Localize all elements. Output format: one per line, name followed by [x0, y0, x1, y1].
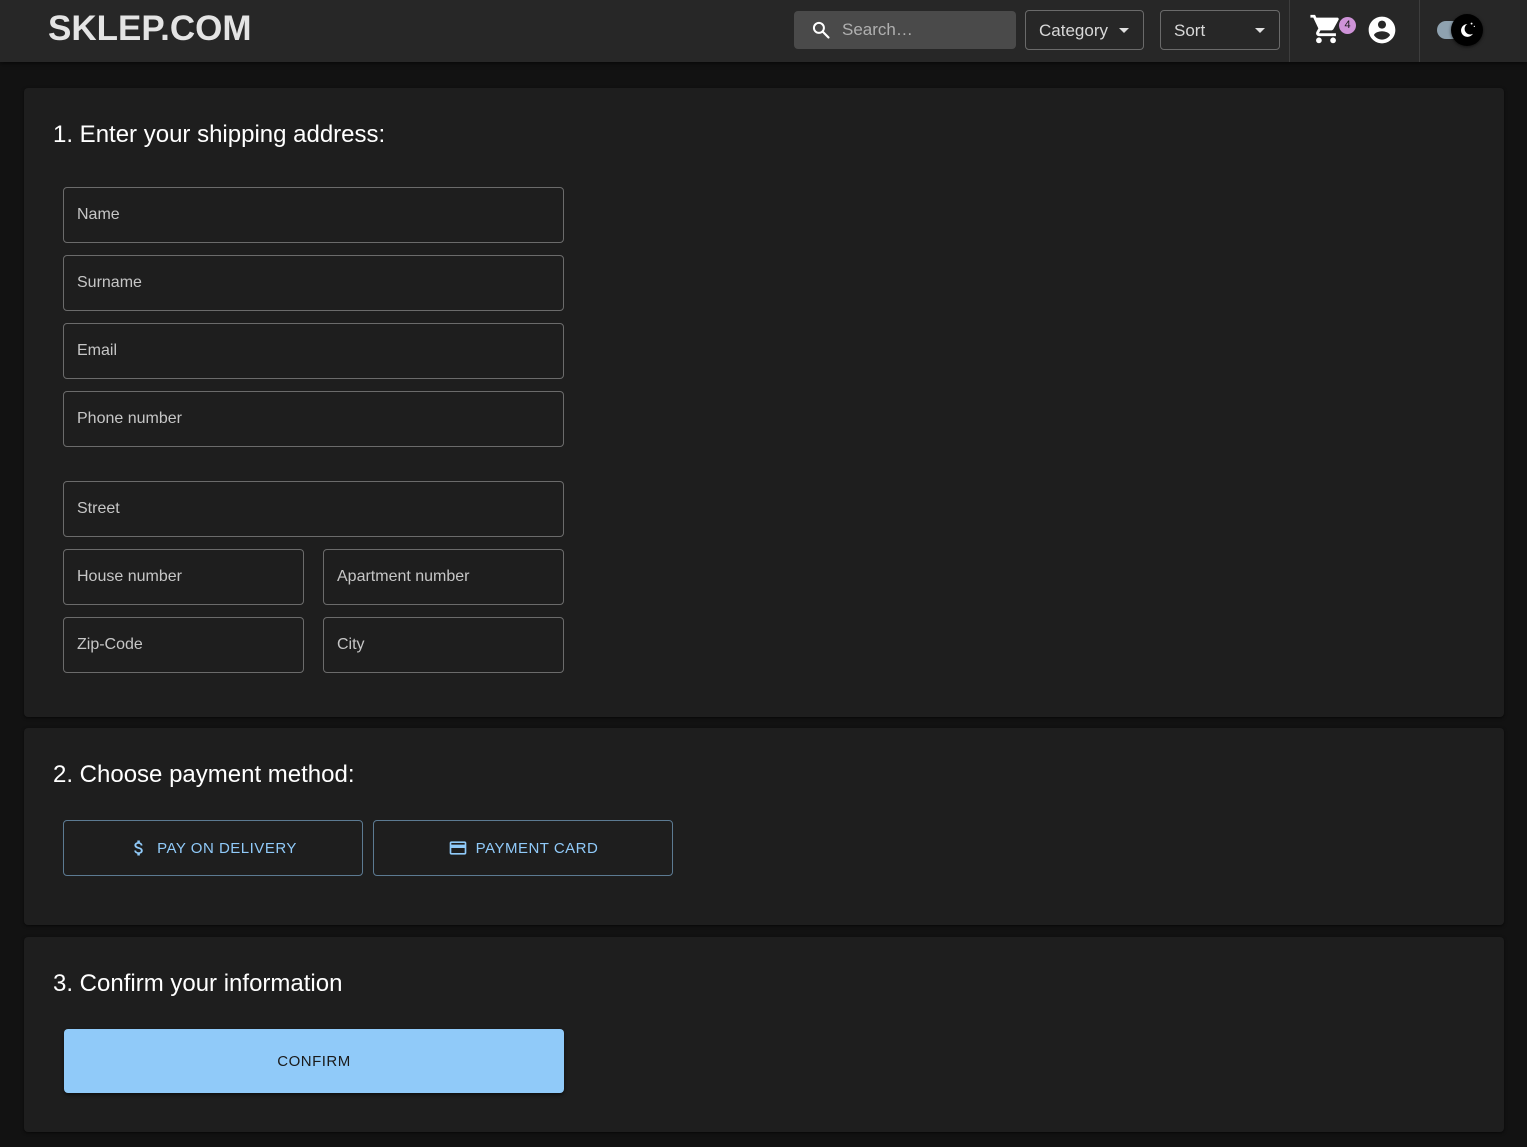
category-select-label: Category [1039, 21, 1108, 40]
name-input[interactable] [64, 188, 563, 242]
credit-card-icon [449, 841, 466, 855]
house-number-field[interactable] [63, 549, 304, 605]
confirm-card: 3. Confirm your information CONFIRM [24, 937, 1504, 1132]
shipping-section-title: 1. Enter your shipping address: [53, 121, 386, 148]
street-input[interactable] [64, 482, 563, 536]
cart-count-badge: 4 [1339, 17, 1356, 34]
toggle-thumb [1451, 14, 1483, 46]
pay-on-delivery-button[interactable]: PAY ON DELIVERY [63, 820, 363, 876]
house-number-input[interactable] [64, 550, 303, 604]
chevron-down-icon [1119, 28, 1129, 33]
city-input[interactable] [324, 618, 563, 672]
moon-icon [1461, 22, 1475, 37]
toolbar-divider [1419, 0, 1420, 62]
payment-card-label: PAYMENT CARD [475, 839, 599, 857]
zip-code-input[interactable] [64, 618, 303, 672]
name-field[interactable] [63, 187, 564, 243]
payment-method-card: 2. Choose payment method: PAY ON DELIVER… [24, 728, 1504, 925]
chevron-down-icon [1255, 28, 1265, 33]
apartment-number-field[interactable] [323, 549, 564, 605]
sort-select[interactable]: Sort [1160, 10, 1280, 50]
phone-field[interactable] [63, 391, 564, 447]
search-icon [812, 21, 830, 39]
city-field[interactable] [323, 617, 564, 673]
email-field[interactable] [63, 323, 564, 379]
apartment-number-input[interactable] [324, 550, 563, 604]
confirm-button[interactable]: CONFIRM [64, 1029, 564, 1093]
surname-input[interactable] [64, 256, 563, 310]
shipping-address-card: 1. Enter your shipping address: [24, 88, 1504, 717]
site-logo[interactable]: SKLEP.COM [48, 9, 252, 49]
pay-on-delivery-label: PAY ON DELIVERY [157, 839, 297, 857]
shopping-cart-icon[interactable] [1309, 12, 1343, 46]
app-bar: SKLEP.COM Category Sort 4 [0, 0, 1527, 62]
sort-select-label: Sort [1174, 21, 1206, 40]
category-select[interactable]: Category [1025, 10, 1144, 50]
email-input[interactable] [64, 324, 563, 378]
dollar-icon [134, 840, 143, 856]
dark-mode-toggle[interactable] [1434, 12, 1488, 48]
search-input[interactable] [842, 11, 1010, 49]
payment-card-button[interactable]: PAYMENT CARD [373, 820, 673, 876]
confirm-section-title: 3. Confirm your information [53, 970, 343, 997]
street-field[interactable] [63, 481, 564, 537]
phone-input[interactable] [64, 392, 563, 446]
toolbar-divider [1289, 0, 1290, 62]
account-circle-icon[interactable] [1366, 14, 1398, 46]
payment-section-title: 2. Choose payment method: [53, 761, 355, 788]
zip-code-field[interactable] [63, 617, 304, 673]
search-box[interactable] [794, 11, 1016, 49]
surname-field[interactable] [63, 255, 564, 311]
